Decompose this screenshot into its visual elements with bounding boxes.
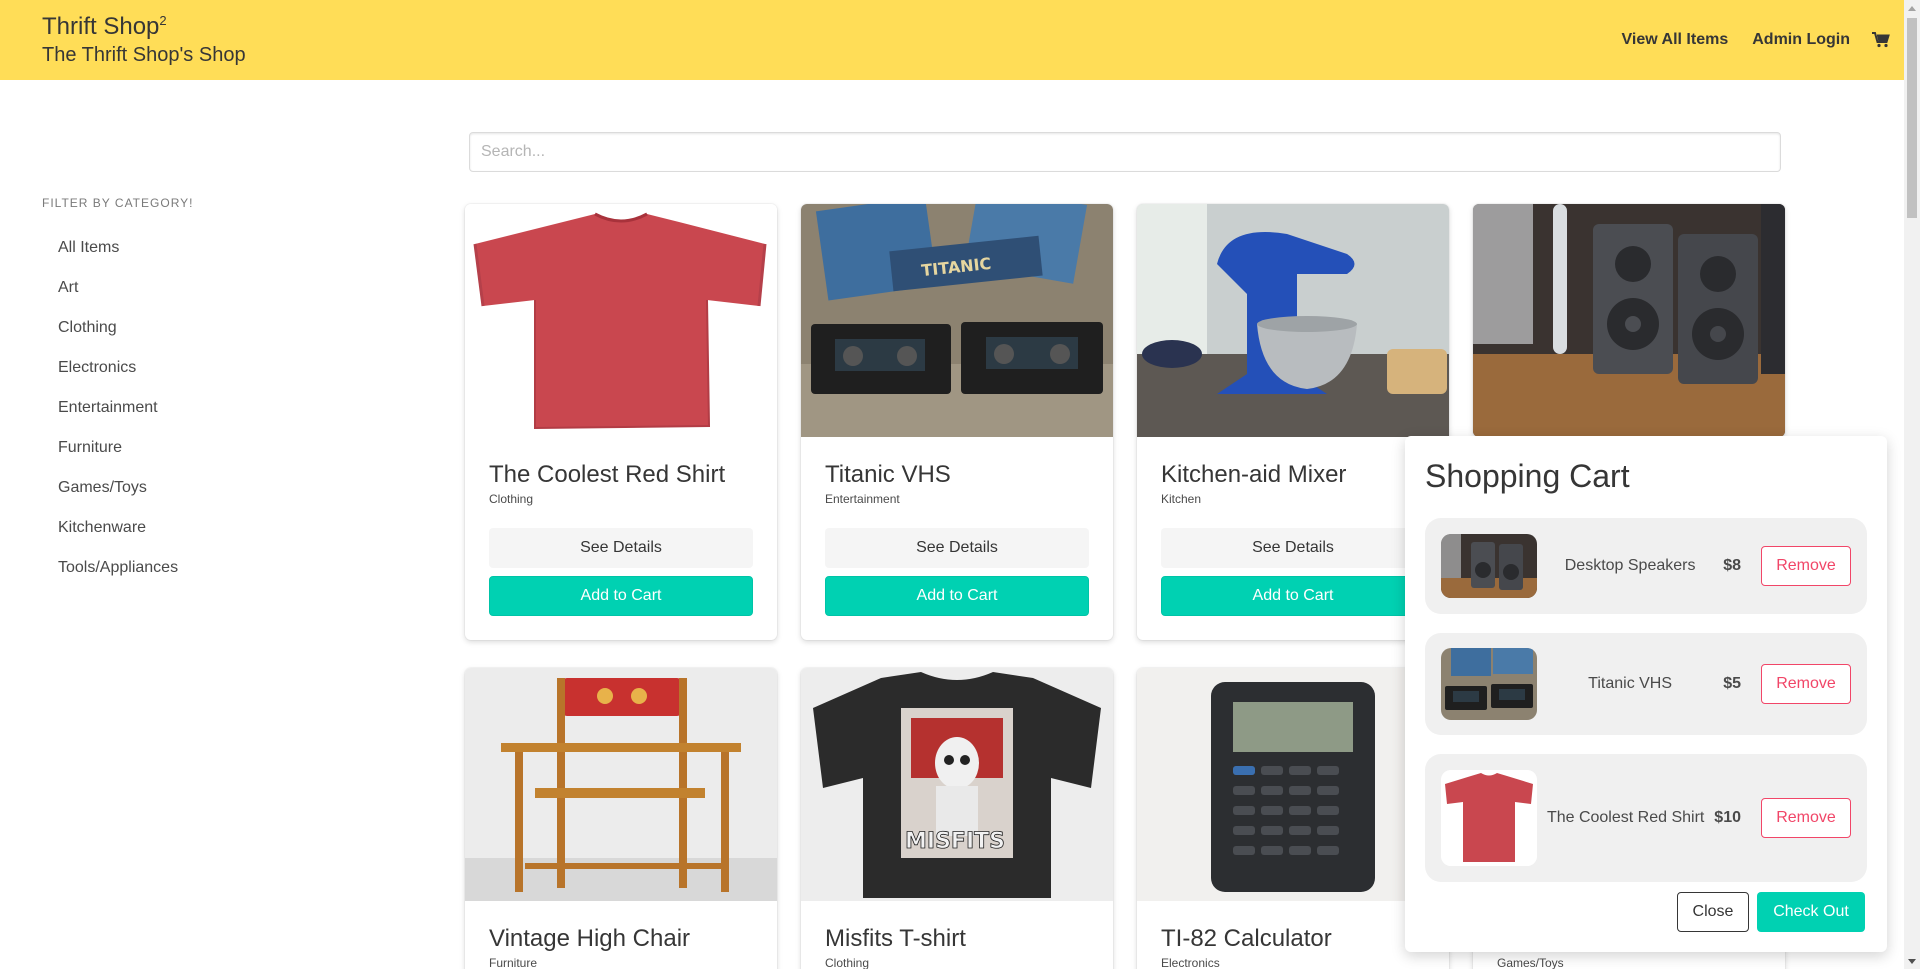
category-games-toys[interactable]: Games/Toys (42, 468, 402, 508)
nav-view-all-items[interactable]: View All Items (1622, 31, 1729, 49)
cart-item-name: Desktop Speakers (1564, 557, 1696, 574)
product-category: Furniture (489, 956, 538, 969)
brand[interactable]: Thrift Shop2 The Thrift Shop's Shop (42, 12, 246, 68)
add-to-cart-button[interactable]: Add to Cart (1161, 576, 1425, 616)
brand-superscript: 2 (159, 13, 167, 28)
brand-subtitle: The Thrift Shop's Shop (42, 44, 246, 66)
category-entertainment[interactable]: Entertainment (42, 388, 402, 428)
search-input[interactable] (469, 132, 1781, 172)
product-image-misfits-tshirt[interactable]: MISFITS (801, 668, 1113, 901)
cart-item-image (1441, 534, 1537, 598)
product-title: The Coolest Red Shirt (489, 461, 726, 488)
product-card: The Coolest Red Shirt Clothing See Detai… (465, 204, 777, 640)
product-title: Vintage High Chair (489, 925, 691, 952)
product-title: Kitchen-aid Mixer (1161, 461, 1347, 488)
cart-item: Desktop Speakers $8 Remove (1425, 518, 1867, 614)
remove-item-button[interactable]: Remove (1761, 664, 1851, 704)
product-category: Clothing (489, 492, 534, 506)
category-clothing[interactable]: Clothing (42, 308, 402, 348)
product-category: Clothing (825, 956, 870, 969)
product-image-ti82-calculator[interactable] (1137, 668, 1449, 901)
category-art[interactable]: Art (42, 268, 402, 308)
nav-admin-login[interactable]: Admin Login (1752, 31, 1850, 49)
remove-item-button[interactable]: Remove (1761, 798, 1851, 838)
product-image-red-shirt[interactable] (465, 204, 777, 437)
cart-item-image (1441, 770, 1537, 866)
see-details-button[interactable]: See Details (1161, 528, 1425, 568)
shopping-cart-icon[interactable] (1872, 30, 1892, 50)
category-sidebar: FILTER BY CATEGORY! All Items Art Clothi… (42, 196, 402, 588)
product-image-titanic-vhs[interactable]: TITANIC (801, 204, 1113, 437)
filter-label: FILTER BY CATEGORY! (42, 196, 194, 210)
nav-links: View All Items Admin Login (1598, 0, 1892, 80)
category-kitchenware[interactable]: Kitchenware (42, 508, 402, 548)
product-image-kitchenaid-mixer[interactable] (1137, 204, 1449, 437)
cart-title: Shopping Cart (1425, 458, 1630, 494)
cart-item-price: $10 (1714, 809, 1741, 826)
product-category: Games/Toys (1497, 956, 1564, 969)
checkout-button[interactable]: Check Out (1757, 892, 1865, 932)
product-title: Misfits T-shirt (825, 925, 966, 952)
product-category: Kitchen (1161, 492, 1202, 506)
product-card (1473, 204, 1785, 437)
category-tools-appliances[interactable]: Tools/Appliances (42, 548, 402, 588)
add-to-cart-button[interactable]: Add to Cart (825, 576, 1089, 616)
category-all-items[interactable]: All Items (42, 228, 402, 268)
product-category: Electronics (1161, 956, 1220, 969)
close-cart-button[interactable]: Close (1677, 892, 1749, 932)
category-electronics[interactable]: Electronics (42, 348, 402, 388)
see-details-button[interactable]: See Details (825, 528, 1089, 568)
product-card: Vintage High Chair Furniture (465, 668, 777, 969)
product-category: Entertainment (825, 492, 900, 506)
add-to-cart-button[interactable]: Add to Cart (489, 576, 753, 616)
navbar: Thrift Shop2 The Thrift Shop's Shop View… (0, 0, 1904, 80)
product-title: TI-82 Calculator (1161, 925, 1332, 952)
product-image-vintage-high-chair[interactable] (465, 668, 777, 901)
cart-actions: Close Check Out (1677, 892, 1865, 932)
page-scrollbar[interactable] (1904, 0, 1920, 969)
brand-title: Thrift Shop2 (42, 13, 167, 40)
product-card: TI-82 Calculator Electronics (1137, 668, 1449, 969)
scroll-up-arrow-icon[interactable] (1904, 0, 1920, 16)
cart-item: Titanic VHS $5 Remove (1425, 633, 1867, 735)
product-card: TITANIC Titanic VHS Entertainment See De… (801, 204, 1113, 640)
product-image-desktop-speakers[interactable] (1473, 204, 1785, 437)
shopping-cart-panel: Shopping Cart Desktop Speakers $8 Remove (1405, 436, 1887, 952)
cart-item-name: Titanic VHS (1588, 675, 1673, 692)
cart-item-price: $5 (1723, 675, 1741, 692)
svg-text:MISFITS: MISFITS (905, 829, 1005, 854)
product-title: Titanic VHS (825, 461, 951, 488)
scroll-thumb[interactable] (1907, 18, 1917, 218)
scroll-down-arrow-icon[interactable] (1904, 953, 1920, 969)
cart-item-image (1441, 648, 1537, 720)
product-card: MISFITS Misfits T-shirt Clothing (801, 668, 1113, 969)
cart-item-name: The Coolest Red Shirt (1546, 809, 1705, 826)
category-furniture[interactable]: Furniture (42, 428, 402, 468)
cart-item: The Coolest Red Shirt $10 Remove (1425, 754, 1867, 882)
cart-item-price: $8 (1723, 557, 1741, 574)
remove-item-button[interactable]: Remove (1761, 546, 1851, 586)
product-card: Kitchen-aid Mixer Kitchen See Details Ad… (1137, 204, 1449, 640)
see-details-button[interactable]: See Details (489, 528, 753, 568)
